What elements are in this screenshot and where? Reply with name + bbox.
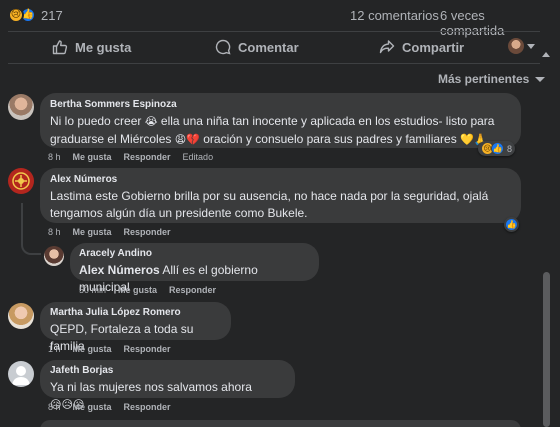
emblem-icon [12,172,30,190]
mention-link[interactable]: Alex Números [79,263,160,277]
comment-bubble [40,420,521,427]
comment-bubble: Jafeth Borjas Ya ni las mujeres nos salv… [40,360,295,411]
comment-bubble: Bertha Sommers Espinoza Ni lo puedo cree… [40,93,521,148]
comment-reactions-badge[interactable]: 👍 [504,217,519,232]
post-action-bar: Me gusta Comentar Compartir [8,32,540,62]
thumbs-up-icon [52,40,68,55]
avatar[interactable] [8,303,34,329]
like-icon: 👍 [505,218,518,231]
avatar[interactable] [8,361,34,387]
like-button-label: Me gusta [75,39,132,55]
chevron-down-icon [527,43,535,49]
sad-icon: 😢 [8,7,24,23]
comment-timestamp[interactable]: 50 min [79,285,106,295]
comment-like-button[interactable]: Me gusta [73,344,112,354]
comment-like-button[interactable]: Me gusta [73,402,112,412]
reaction-icons[interactable]: 😢 👍 [8,7,36,23]
comment-author[interactable]: Bertha Sommers Espinoza [50,99,511,110]
comment-bubble-icon [215,39,231,55]
reactions-count: 8 [507,143,513,154]
comment-reply-button[interactable]: Responder [124,344,171,354]
comment-author[interactable]: Alex Números [50,174,511,185]
sort-label: Más pertinentes [438,72,530,86]
comment-text: Lastima este Gobierno brilla por su ause… [50,189,489,220]
comment-like-button[interactable]: Me gusta [73,227,112,237]
comment-like-button[interactable]: Me gusta [118,285,157,295]
comment-meta: 8 h Me gusta Responder Editado [48,152,213,162]
comment-like-button[interactable]: Me gusta [73,152,112,162]
comment-sort-dropdown[interactable]: Más pertinentes [438,72,546,86]
like-icon: 👍 [491,142,504,155]
share-arrow-icon [379,40,395,54]
comment-reply-button[interactable]: Responder [124,152,171,162]
default-user-icon [12,366,30,385]
avatar [508,38,524,54]
comment-reactions-badge[interactable]: 😢 👍 8 [478,141,516,156]
scroll-up-arrow-icon[interactable] [542,52,550,57]
comment-timestamp[interactable]: 8 h [48,402,61,412]
comment-timestamp[interactable]: 8 h [48,152,61,162]
comment-author[interactable]: Martha Julia López Romero [50,307,221,318]
comment-meta: 1 h Me gusta Responder [48,344,171,354]
comment-bubble: Alex Números Lastima este Gobierno brill… [40,168,521,223]
comments-count-link[interactable]: 12 comentarios [350,8,439,23]
edited-label[interactable]: Editado [183,152,214,162]
share-button-label: Compartir [402,39,465,55]
reactions-count[interactable]: 217 [41,8,63,23]
comment-meta: 8 h Me gusta Responder [48,402,171,412]
comment-timestamp[interactable]: 8 h [48,227,61,237]
comment-timestamp[interactable]: 1 h [48,344,61,354]
comment-meta: 50 min Me gusta Responder [79,285,216,295]
comment-button[interactable]: Comentar [215,32,299,62]
comment-reply-button[interactable]: Responder [169,285,216,295]
comment-reply-button[interactable]: Responder [124,402,171,412]
avatar[interactable] [8,168,34,194]
comment-author[interactable]: Jafeth Borjas [50,365,285,376]
comment-reply-button[interactable]: Responder [124,227,171,237]
comment-meta: 8 h Me gusta Responder [48,227,171,237]
comment-author[interactable]: Aracely Andino [79,248,310,259]
post-stats-bar: 😢 👍 217 12 comentarios 6 veces compartid… [0,0,548,38]
like-button[interactable]: Me gusta [52,32,131,62]
reply-thread-connector [21,203,41,255]
comment-text: Ni lo puedo creer 😭 ella una niña tan in… [50,114,495,146]
comment-button-label: Comentar [238,39,299,55]
scrollbar-thumb[interactable] [543,272,550,427]
reply-bubble: Aracely Andino Alex Números Allí es el g… [70,243,319,294]
avatar[interactable] [8,94,34,120]
divider [8,63,540,64]
avatar[interactable] [44,246,64,266]
comment-as-selector[interactable] [508,38,535,54]
comment-bubble: Martha Julia López Romero QEPD, Fortalez… [40,302,231,353]
share-button[interactable]: Compartir [379,32,464,62]
